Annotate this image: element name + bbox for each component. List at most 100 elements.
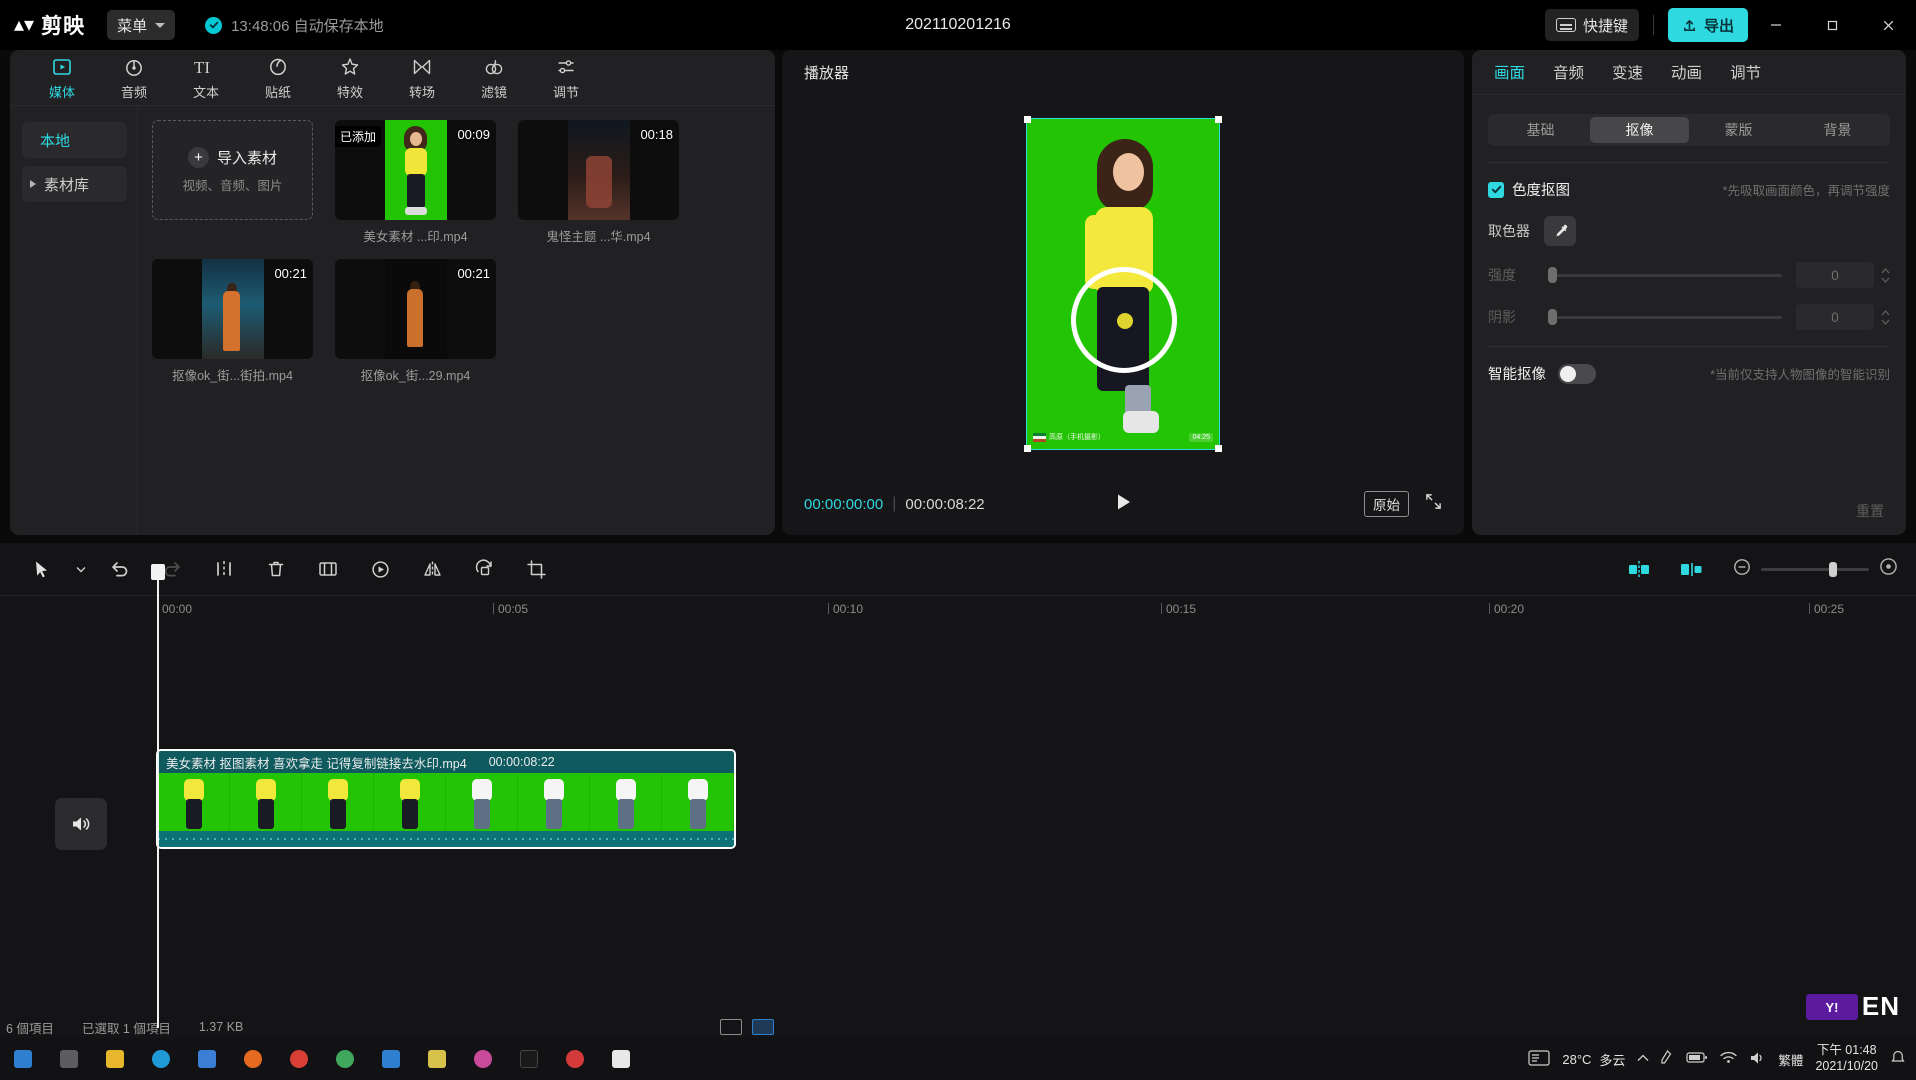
taskbar-app-social[interactable] [460,1038,506,1080]
eyedropper-button[interactable] [1544,216,1576,246]
chroma-key-checkbox[interactable] [1488,181,1504,198]
tab-filter[interactable]: 滤镜 [458,50,530,105]
weather-widget[interactable]: 28°C 多云 [1562,1050,1625,1069]
align-button[interactable] [1665,543,1717,595]
taskbar-app-explorer[interactable] [92,1038,138,1080]
menu-button[interactable]: 菜单 [107,10,176,40]
handle-top-right[interactable] [1215,116,1222,123]
delete-button[interactable] [250,543,302,595]
undo-button[interactable] [94,543,146,595]
ime-indicator[interactable]: 繁體 [1778,1050,1803,1069]
fullscreen-button[interactable] [1425,493,1442,515]
tab-text[interactable]: TI 文本 [170,50,242,105]
handle-top-left[interactable] [1024,116,1031,123]
segment-matting[interactable]: 抠像 [1590,117,1689,143]
tray-expand-button[interactable] [1637,1052,1649,1066]
tab-animation[interactable]: 动画 [1671,61,1702,83]
media-thumbnail-1[interactable]: 已添加 00:09 [335,120,496,220]
strength-value[interactable]: 0 [1796,262,1874,288]
ratio-button[interactable]: 原始 [1364,491,1409,517]
tray-wifi-icon[interactable] [1720,1051,1738,1067]
maximize-button[interactable] [1804,0,1860,50]
clock-time: 下午 01:48 [1816,1043,1877,1058]
playhead-grip[interactable] [151,564,165,580]
grid-view-icon[interactable] [752,1019,774,1035]
taskbar-app-mail[interactable] [598,1038,644,1080]
crop-tool-button[interactable] [510,543,562,595]
list-view-icon[interactable] [720,1019,742,1035]
track-mute-button[interactable] [55,798,107,850]
segment-mask[interactable]: 蒙版 [1689,117,1788,143]
notification-center-button[interactable] [1890,1050,1906,1069]
strength-slider[interactable] [1548,265,1782,285]
taskbar-app-store[interactable] [184,1038,230,1080]
start-button[interactable] [0,1038,46,1080]
zoom-out-button[interactable] [1733,558,1751,581]
shadow-stepper[interactable] [1881,309,1890,325]
taskbar-app-edge[interactable] [138,1038,184,1080]
sidebar-item-local[interactable]: 本地 [22,122,127,158]
crop-frame-button[interactable] [302,543,354,595]
taskbar-app-jianying[interactable] [506,1038,552,1080]
zoom-fit-button[interactable] [1879,557,1898,581]
split-button[interactable] [198,543,250,595]
taskbar-app-firefox[interactable] [230,1038,276,1080]
sidebar-item-library[interactable]: 素材库 [22,166,127,202]
shadow-value[interactable]: 0 [1796,304,1874,330]
video-preview[interactable]: 高原（手机摄影） 04:25 [1024,116,1222,452]
tab-audio-props[interactable]: 音频 [1553,61,1584,83]
media-thumbnail-4[interactable]: 00:21 [335,259,496,359]
playhead[interactable] [151,564,165,1028]
reset-button[interactable]: 重置 [1856,501,1884,521]
timeline-ruler[interactable]: 00:00 00:05 00:10 00:15 00:20 00:25 [0,595,1916,623]
minimize-button[interactable] [1748,0,1804,50]
rotate-icon [475,558,492,575]
zoom-slider[interactable] [1761,561,1869,577]
tray-news-icon[interactable] [1528,1049,1550,1069]
rotate-button[interactable] [458,543,510,595]
strength-stepper[interactable] [1881,267,1890,283]
slider-knob[interactable] [1548,267,1557,283]
select-dropdown-button[interactable] [68,543,94,595]
handle-bottom-right[interactable] [1215,445,1222,452]
select-tool-button[interactable] [16,543,68,595]
close-button[interactable] [1860,0,1916,50]
segment-background[interactable]: 背景 [1788,117,1887,143]
media-thumbnail-2[interactable]: 00:18 [518,120,679,220]
export-button[interactable]: 导出 [1667,8,1748,42]
hotkey-button[interactable]: 快捷键 [1544,9,1639,41]
taskbar-app-player[interactable] [368,1038,414,1080]
mirror-button[interactable] [406,543,458,595]
smart-matting-toggle[interactable] [1558,363,1596,384]
taskbar-app-chrome[interactable] [276,1038,322,1080]
auto-snap-button[interactable] [1613,543,1665,595]
tab-adjust-props[interactable]: 调节 [1730,61,1761,83]
handle-bottom-left[interactable] [1024,445,1031,452]
slider-knob[interactable] [1548,309,1557,325]
tab-sticker[interactable]: 贴纸 [242,50,314,105]
tray-volume-icon[interactable] [1749,1051,1766,1068]
taskbar-app-notes[interactable] [414,1038,460,1080]
task-view-button[interactable] [46,1038,92,1080]
color-picker-label: 取色器 [1488,223,1530,239]
segment-basic[interactable]: 基础 [1491,117,1590,143]
import-media-button[interactable]: + 导入素材 视频、音频、图片 [152,120,313,220]
freeze-button[interactable] [354,543,406,595]
tray-pen-icon[interactable] [1661,1049,1674,1069]
shadow-slider[interactable] [1548,307,1782,327]
tab-audio[interactable]: 音频 [98,50,170,105]
tray-battery-icon[interactable] [1686,1051,1708,1067]
media-thumbnail-3[interactable]: 00:21 [152,259,313,359]
tab-media[interactable]: 媒体 [26,50,98,105]
tab-transition[interactable]: 转场 [386,50,458,105]
tab-speed[interactable]: 变速 [1612,61,1643,83]
zoom-slider-knob[interactable] [1829,561,1837,577]
tab-adjust[interactable]: 调节 [530,50,602,105]
taskbar-app-recorder[interactable] [552,1038,598,1080]
timeline-clip[interactable]: 美女素材 抠图素材 喜欢拿走 记得复制链接去水印.mp4 00:00:08:22 [156,749,736,849]
taskbar-clock[interactable]: 下午 01:48 2021/10/20 [1815,1043,1878,1074]
taskbar-app-browser2[interactable] [322,1038,368,1080]
tab-effects[interactable]: 特效 [314,50,386,105]
tab-picture[interactable]: 画面 [1494,61,1525,83]
play-button[interactable] [1112,491,1134,518]
